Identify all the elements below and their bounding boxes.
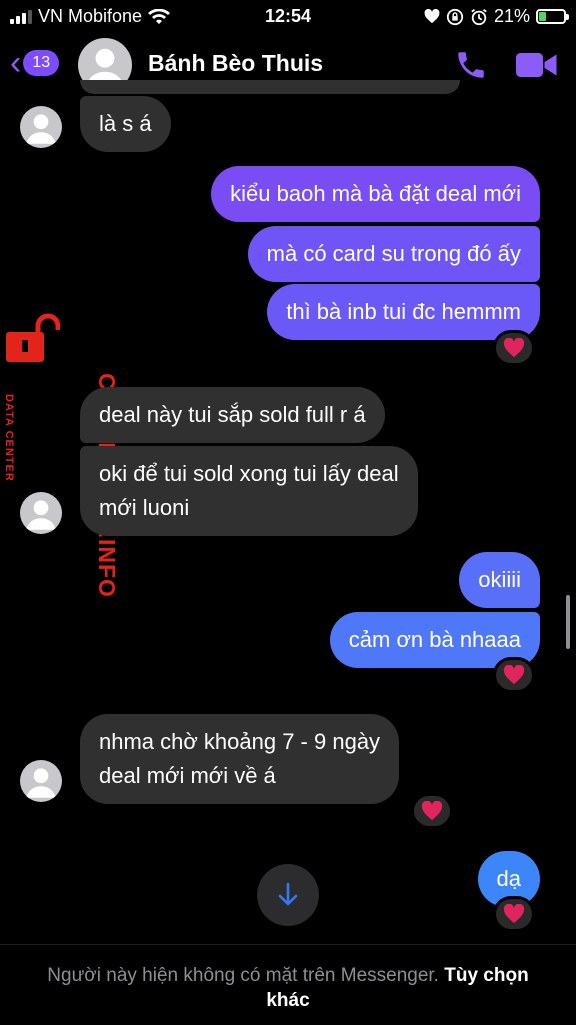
message-incoming[interactable]: là s á (80, 96, 171, 152)
heart-status-icon (424, 9, 440, 24)
message-outgoing[interactable]: mà có card su trong đó ấy (247, 226, 540, 282)
back-chevron-icon: ‹ (10, 44, 22, 82)
rotation-lock-icon (446, 8, 464, 25)
heart-reaction-icon (503, 904, 525, 924)
message-incoming[interactable]: nhma chờ khoảng 7 - 9 ngày deal mới mới … (80, 714, 400, 804)
message-outgoing[interactable]: thì bà inb tui đc hemmm (267, 284, 540, 340)
status-right: 21% (424, 6, 569, 27)
alarm-icon (471, 8, 487, 25)
video-call-icon[interactable] (516, 50, 558, 80)
scroll-indicator[interactable] (566, 595, 570, 649)
unread-badge: 13 (23, 50, 60, 76)
message-bubble-partial[interactable] (80, 80, 460, 94)
battery-percent: 21% (493, 6, 530, 26)
reaction-heart[interactable] (411, 793, 453, 829)
message-outgoing[interactable]: okiiii (459, 552, 540, 608)
reaction-heart[interactable] (493, 896, 535, 932)
heart-reaction-icon (421, 801, 443, 821)
reaction-heart[interactable] (493, 330, 535, 366)
watermark-subtitle: DATA CENTER (3, 394, 15, 482)
lock-icon (6, 313, 60, 362)
scroll-to-bottom-button[interactable] (257, 864, 319, 926)
contact-name[interactable]: Bánh Bèo Thuis (148, 50, 323, 77)
sender-avatar[interactable] (20, 760, 62, 802)
avatar-icon (26, 500, 56, 530)
chat-footer: Người này hiện không có mặt trên Messeng… (0, 944, 576, 1025)
footer-text: Người này hiện không có mặt trên Messeng… (40, 963, 536, 1013)
message-incoming[interactable]: deal này tui sắp sold full r á (80, 387, 385, 443)
status-bar: VN Mobifone 12:54 21% (0, 0, 576, 34)
message-outgoing[interactable]: kiểu baoh mà bà đặt deal mới (211, 166, 540, 222)
message-incoming[interactable]: oki để tui sold xong tui lấy deal mới lu… (80, 446, 418, 536)
back-button[interactable]: ‹ 13 (10, 44, 60, 82)
unavailable-notice: Người này hiện không có mặt trên Messeng… (47, 965, 439, 986)
avatar-icon (26, 114, 56, 144)
phone-icon[interactable] (454, 48, 488, 82)
reaction-heart[interactable] (493, 657, 535, 693)
avatar-icon (26, 768, 56, 798)
sender-avatar[interactable] (20, 106, 62, 148)
sender-avatar[interactable] (20, 492, 62, 534)
battery-icon (536, 9, 569, 24)
arrow-down-icon (278, 882, 298, 906)
heart-reaction-icon (503, 338, 525, 358)
heart-reaction-icon (503, 665, 525, 685)
